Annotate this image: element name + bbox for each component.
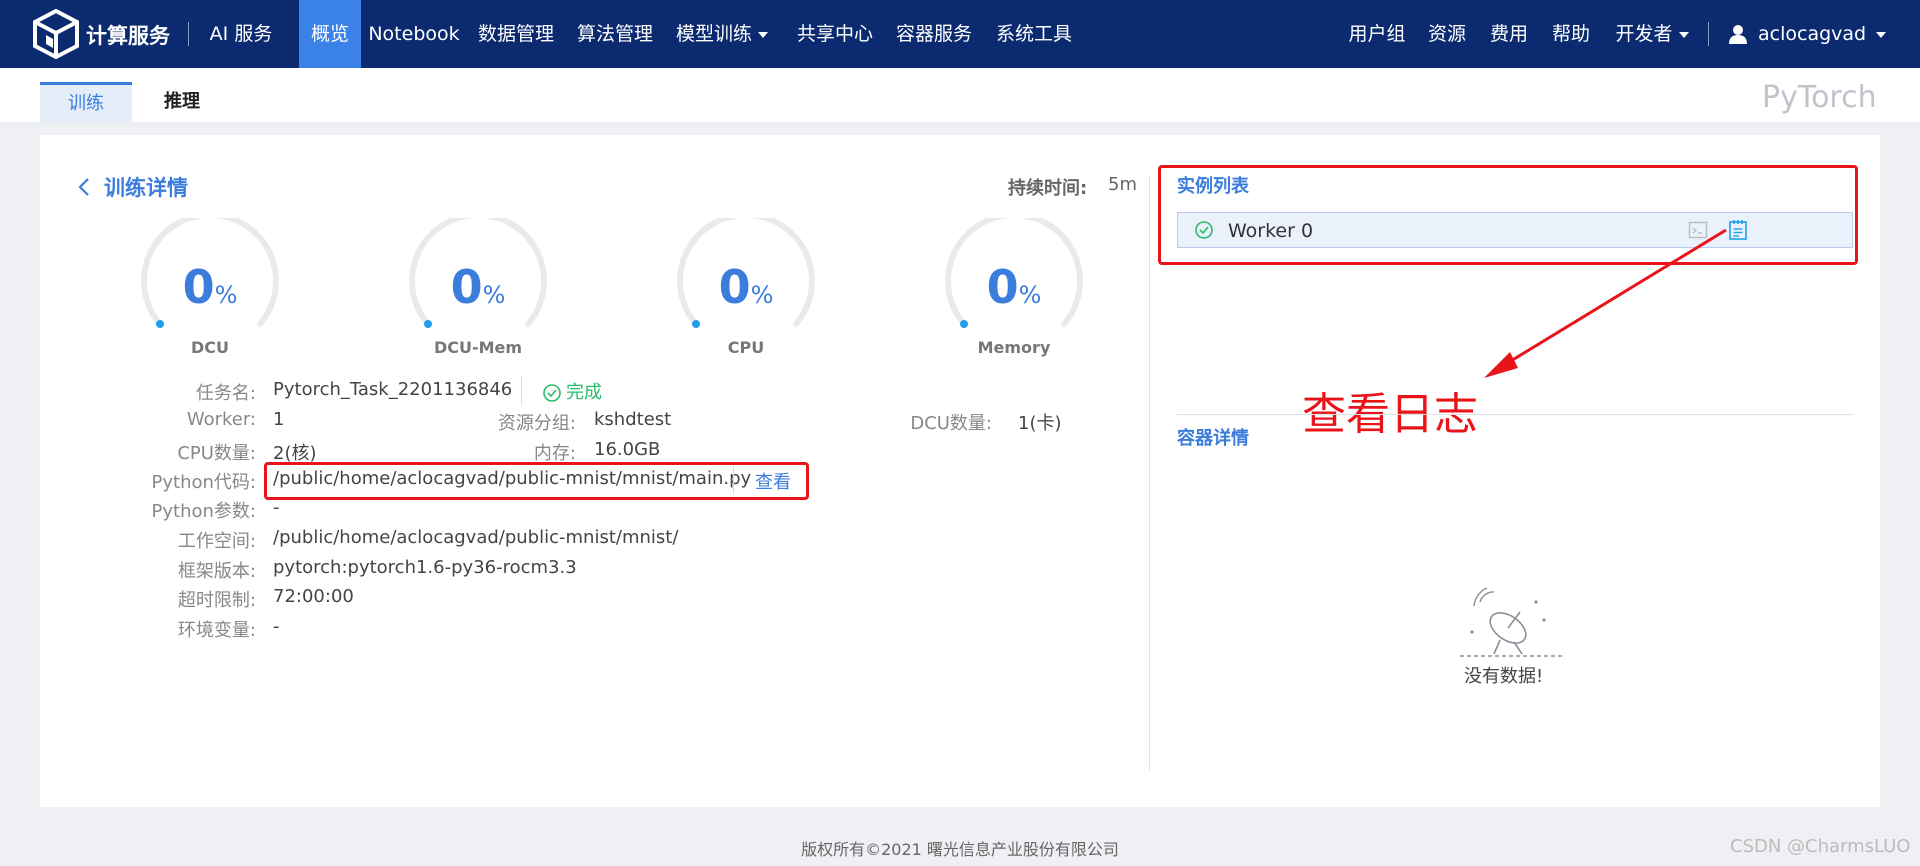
gauge-label: DCU-Mem — [433, 338, 523, 357]
dcu-count-label: DCU数量: — [910, 413, 992, 434]
gauge-number: 0 — [718, 260, 751, 314]
page-title: 训练详情 — [104, 176, 188, 200]
task-name-value: Pytorch_Task_2201136846 — [273, 379, 513, 400]
user-menu[interactable]: aclocagvad — [1758, 0, 1887, 68]
nav-container-service[interactable]: 容器服务 — [888, 0, 980, 68]
annotation-arrow — [1484, 228, 1727, 378]
workspace-label: 工作空间: — [177, 531, 256, 552]
nav-separator — [188, 22, 189, 46]
python-params-value: - — [273, 497, 280, 518]
gauge-unit: % — [1018, 281, 1042, 309]
gauge-cpu: 0% CPU — [676, 218, 816, 358]
nav-separator — [1708, 22, 1709, 46]
worker-value: 1 — [273, 409, 285, 430]
nav-developer-label: 开发者 — [1615, 23, 1673, 45]
framework-version-value: pytorch:pytorch1.6-py36-rocm3.3 — [273, 557, 577, 578]
watermark: CSDN @CharmsLUO — [1730, 836, 1911, 857]
user-icon — [1729, 25, 1747, 44]
vertical-divider — [1149, 175, 1150, 770]
nav-user-group[interactable]: 用户组 — [1344, 0, 1410, 68]
env-vars-label: 环境变量: — [177, 620, 256, 641]
gauge-value: 0% — [408, 260, 548, 314]
footer-copyright: 版权所有©2021 曙光信息产业股份有限公司 — [801, 840, 1119, 859]
nav-data-management[interactable]: 数据管理 — [470, 0, 562, 68]
back-button[interactable]: 训练详情 — [76, 172, 188, 202]
workspace-value: /public/home/aclocagvad/public-mnist/mni… — [273, 527, 679, 548]
status-badge: 完成 — [542, 378, 602, 404]
task-name-label: 任务名: — [195, 383, 256, 404]
container-detail-title: 容器详情 — [1177, 428, 1249, 449]
tab-inference[interactable]: 推理 — [142, 82, 222, 122]
nav-model-training-label: 模型训练 — [675, 23, 752, 45]
nav-model-training[interactable]: 模型训练 — [668, 0, 776, 68]
env-vars-value: - — [273, 616, 280, 637]
highlight-box — [264, 462, 809, 500]
gauge-number: 0 — [986, 260, 1019, 314]
gauge-memory: 0% Memory — [944, 218, 1084, 358]
gauge-unit: % — [750, 281, 774, 309]
python-params-label: Python参数: — [151, 501, 256, 522]
chevron-down-icon — [1876, 31, 1887, 38]
chevron-down-icon — [1678, 31, 1689, 38]
section-divider — [1177, 414, 1853, 415]
sub-tab-bar: 训练 推理 — [0, 68, 1920, 122]
gauge-unit: % — [482, 281, 506, 309]
framework-label: PyTorch — [1762, 80, 1877, 115]
nav-resources[interactable]: 资源 — [1424, 0, 1470, 68]
gauge-value: 0% — [676, 260, 816, 314]
timeout-label: 超时限制: — [177, 590, 256, 611]
gauge-label: CPU — [727, 338, 765, 357]
resource-group-label: 资源分组: — [497, 413, 576, 434]
tab-training[interactable]: 训练 — [40, 82, 132, 122]
check-circle-icon — [543, 384, 561, 402]
nav-billing[interactable]: 费用 — [1486, 0, 1532, 68]
gauge-dcu: 0% DCU — [140, 218, 280, 358]
username: aclocagvad — [1758, 23, 1867, 45]
nav-ai-service[interactable]: AI 服务 — [196, 0, 286, 68]
timeout-value: 72:00:00 — [273, 586, 354, 607]
empty-state-text: 没有数据! — [1464, 666, 1544, 687]
gauge-unit: % — [214, 281, 238, 309]
nav-notebook[interactable]: Notebook — [368, 0, 460, 68]
top-nav-bar: 计算服务 AI 服务 概览 Notebook 数据管理 算法管理 模型训练 共享… — [0, 0, 1920, 68]
nav-overview[interactable]: 概览 — [299, 0, 361, 68]
nav-share-center[interactable]: 共享中心 — [789, 0, 881, 68]
gauge-value: 0% — [140, 260, 280, 314]
memory-value: 16.0GB — [594, 439, 661, 460]
nav-algorithm-management[interactable]: 算法管理 — [569, 0, 661, 68]
chevron-down-icon — [758, 31, 768, 38]
gauge-number: 0 — [182, 260, 215, 314]
framework-version-label: 框架版本: — [177, 561, 256, 582]
chevron-left-icon — [78, 178, 89, 196]
dcu-count-value: 1(卡) — [1018, 413, 1062, 434]
nav-help[interactable]: 帮助 — [1548, 0, 1594, 68]
cube-logo-icon[interactable] — [30, 8, 82, 60]
field-separator — [521, 376, 522, 404]
cpu-count-label: CPU数量: — [177, 443, 256, 464]
satellite-dish-icon — [1460, 588, 1562, 657]
gauge-label: Memory — [977, 338, 1051, 357]
gauge-dcu-mem: 0% DCU-Mem — [408, 218, 548, 358]
worker-label: Worker: — [186, 409, 256, 430]
gauge-value: 0% — [944, 260, 1084, 314]
python-code-label: Python代码: — [151, 472, 256, 493]
gauge-label: DCU — [190, 338, 229, 357]
status-text: 完成 — [566, 382, 602, 403]
annotation-text: 查看日志 — [1302, 389, 1478, 440]
brand-name: 计算服务 — [86, 24, 170, 48]
duration-label: 持续时间: — [1008, 178, 1088, 199]
duration-value: 5m — [1108, 174, 1137, 195]
resource-group-value: kshdtest — [594, 409, 672, 430]
nav-system-tools[interactable]: 系统工具 — [988, 0, 1080, 68]
nav-developer[interactable]: 开发者 — [1610, 0, 1694, 68]
gauge-number: 0 — [450, 260, 483, 314]
